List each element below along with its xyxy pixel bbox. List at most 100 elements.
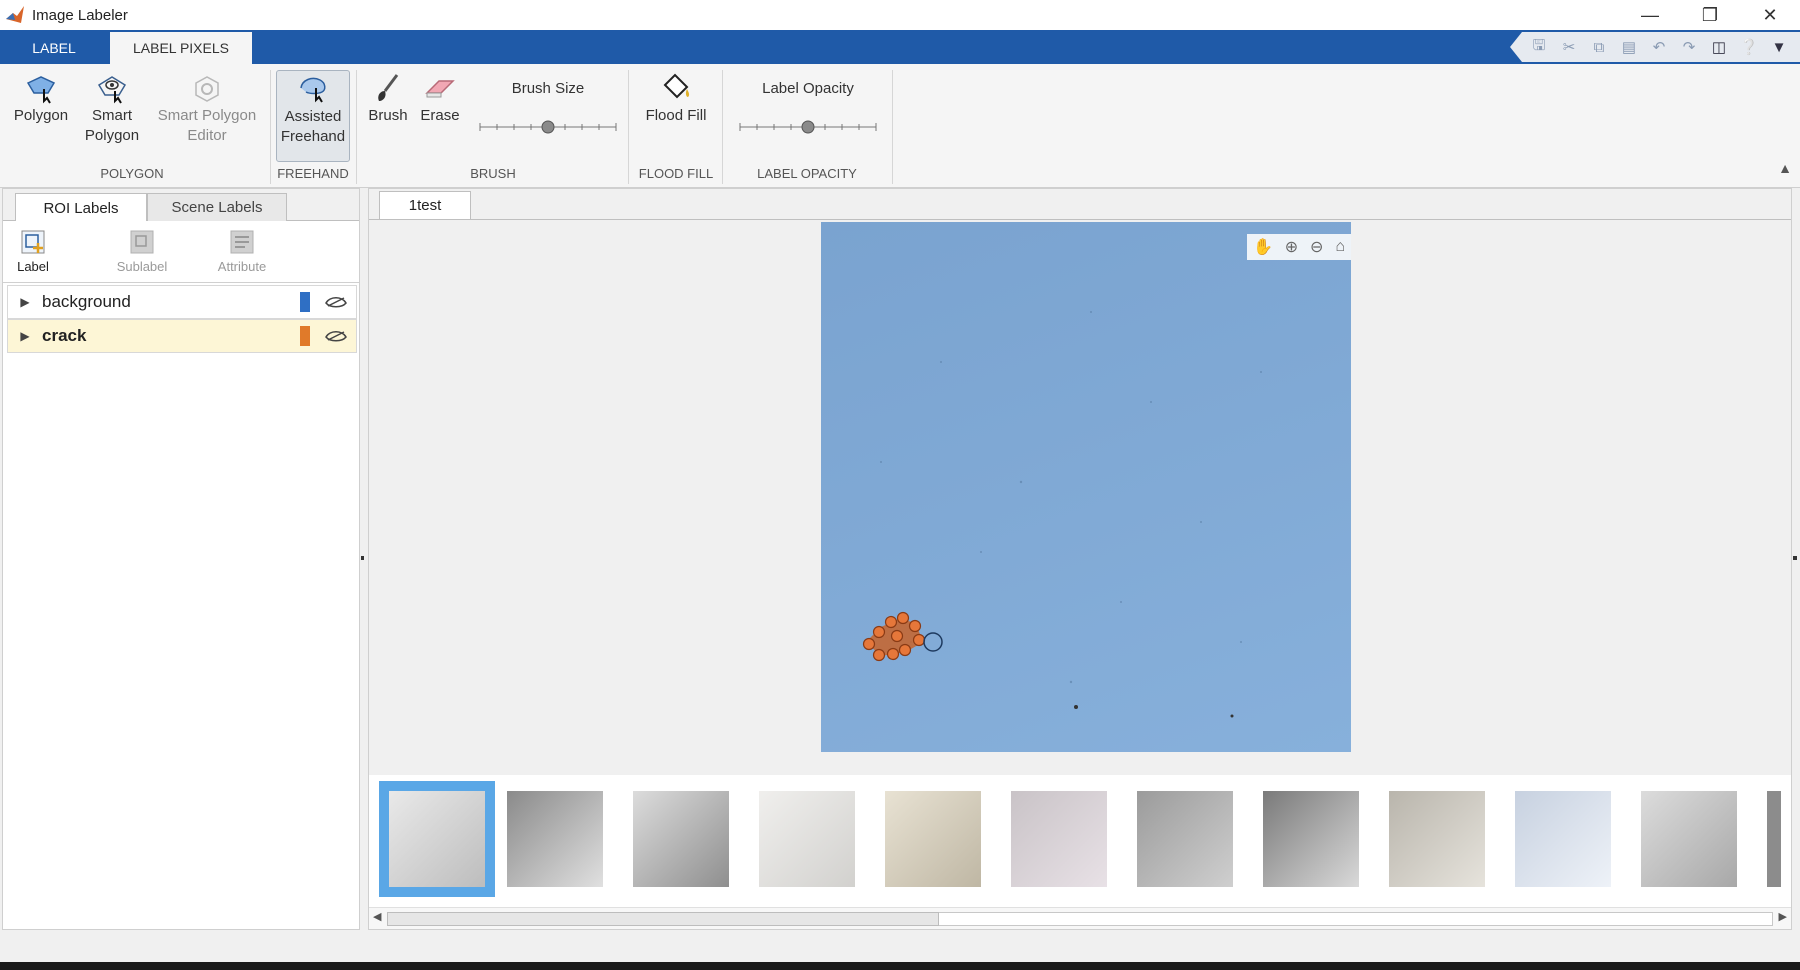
collapse-ribbon-icon[interactable]: ▲ <box>1778 160 1792 176</box>
flood-fill-label: Flood Fill <box>645 107 707 124</box>
thumbnail-3[interactable] <box>633 791 729 887</box>
thumbnail-1[interactable] <box>379 781 495 897</box>
window-icon[interactable]: ◫ <box>1704 38 1734 56</box>
cut-icon[interactable]: ✂ <box>1554 38 1584 56</box>
save-icon[interactable]: 🖫 <box>1524 35 1554 60</box>
image-filmstrip <box>369 775 1791 907</box>
scroll-left-icon[interactable]: ◀ <box>373 910 381 923</box>
polygon-button[interactable]: Polygon <box>4 70 78 126</box>
help-icon[interactable]: ❔ <box>1734 38 1764 56</box>
panel-resize-handle[interactable] <box>361 556 364 560</box>
paint-bucket-icon <box>663 73 690 99</box>
polygon-label: Polygon <box>13 107 69 124</box>
group-label-opacity: LABEL OPACITY <box>757 166 857 181</box>
document-tab[interactable]: 1test <box>379 191 471 219</box>
smart-polygon-editor-label-2: Editor <box>187 127 227 144</box>
assisted-freehand-label-2: Freehand <box>280 128 346 145</box>
window-controls: — ❐ ✕ <box>1620 0 1800 30</box>
thumbnail-5[interactable] <box>885 791 981 887</box>
pan-hand-icon[interactable]: ✋ <box>1253 237 1273 257</box>
brush-button[interactable]: Brush <box>362 70 414 126</box>
minimize-icon[interactable]: — <box>1620 0 1680 30</box>
add-sublabel-button[interactable]: Sublabel <box>103 225 181 274</box>
smart-polygon-editor-icon <box>195 76 219 102</box>
tab-label-pixels[interactable]: LABEL PIXELS <box>110 32 252 64</box>
thumbnail-8[interactable] <box>1263 791 1359 887</box>
ribbon-toolstrip: Polygon Smart Polygon Smart Polygon Edit… <box>0 64 1800 188</box>
add-label-button[interactable]: Label <box>9 225 57 274</box>
zoom-out-icon[interactable]: ⊖ <box>1310 237 1323 257</box>
attribute-text: Attribute <box>217 259 267 274</box>
thumbnail-11[interactable] <box>1641 791 1737 887</box>
close-icon[interactable]: ✕ <box>1740 0 1800 30</box>
sublabel-icon <box>130 230 154 254</box>
home-icon[interactable]: ⌂ <box>1335 238 1345 256</box>
label-row-background[interactable]: ▶ background <box>7 285 357 319</box>
scroll-right-icon[interactable]: ▶ <box>1779 910 1787 923</box>
scroll-thumb[interactable] <box>387 912 939 926</box>
label-name: crack <box>42 326 87 345</box>
tab-roi-labels[interactable]: ROI Labels <box>15 193 147 222</box>
tab-label[interactable]: LABEL <box>0 32 108 64</box>
image-viewer: ✋ ⊕ ⊖ ⌂ <box>369 219 1791 773</box>
eraser-icon <box>425 80 455 98</box>
group-flood-fill: FLOOD FILL <box>638 166 714 181</box>
thumbnail-2[interactable] <box>507 791 603 887</box>
flood-fill-button[interactable]: Flood Fill <box>636 70 716 126</box>
group-brush: BRUSH <box>470 166 516 181</box>
visibility-eye-icon[interactable] <box>324 328 348 344</box>
thumbnail-7[interactable] <box>1137 791 1233 887</box>
right-resize-handle[interactable] <box>1793 556 1797 560</box>
thumbnail-4[interactable] <box>759 791 855 887</box>
restore-icon[interactable]: ❐ <box>1680 0 1740 30</box>
assisted-freehand-button[interactable]: Assisted Freehand <box>276 70 350 162</box>
filmstrip-scrollbar[interactable]: ◀ ▶ <box>369 907 1791 929</box>
add-label-icon <box>21 230 45 254</box>
crack-image[interactable]: ✋ ⊕ ⊖ ⌂ <box>821 222 1351 752</box>
redo-icon[interactable]: ↷ <box>1674 38 1704 56</box>
label-opacity-label: Label Opacity <box>762 80 854 97</box>
matlab-logo-icon <box>6 6 24 23</box>
expand-arrow-icon[interactable]: ▶ <box>8 295 42 309</box>
label-color-swatch[interactable] <box>300 292 310 312</box>
taskbar-strip <box>0 962 1800 970</box>
thumbnail-9[interactable] <box>1389 791 1485 887</box>
thumbnail-10[interactable] <box>1515 791 1611 887</box>
erase-button[interactable]: Erase <box>414 70 466 126</box>
crack-annotation[interactable] <box>862 611 943 662</box>
smart-polygon-icon <box>97 76 127 104</box>
copy-icon[interactable]: ⧉ <box>1584 39 1614 56</box>
erase-label: Erase <box>420 107 460 124</box>
smart-polygon-editor-button[interactable]: Smart Polygon Editor <box>150 70 264 146</box>
label-tools: Label Sublabel Attribute <box>3 221 359 283</box>
undo-icon[interactable]: ↶ <box>1644 38 1674 56</box>
brush-icon <box>378 74 399 101</box>
smart-polygon-label-2: Polygon <box>84 127 140 144</box>
smart-polygon-editor-label-1: Smart Polygon <box>157 107 257 124</box>
label-color-swatch[interactable] <box>300 326 310 346</box>
brush-label: Brush <box>368 107 408 124</box>
zoom-in-icon[interactable]: ⊕ <box>1285 237 1298 257</box>
window-title: Image Labeler <box>32 6 128 24</box>
label-opacity-slider[interactable] <box>738 120 878 134</box>
add-label-text: Label <box>17 259 49 274</box>
smart-polygon-button[interactable]: Smart Polygon <box>76 70 148 146</box>
expand-arrow-icon[interactable]: ▶ <box>8 329 42 343</box>
label-name: background <box>42 292 131 311</box>
group-polygon: POLYGON <box>100 166 164 181</box>
label-row-crack[interactable]: ▶ crack <box>7 319 357 353</box>
visibility-eye-icon[interactable] <box>324 294 348 310</box>
paste-icon[interactable]: ▤ <box>1614 38 1644 56</box>
expand-icon[interactable]: ▼ <box>1764 39 1794 56</box>
thumbnail-partial[interactable] <box>1767 791 1781 887</box>
tab-scene-labels[interactable]: Scene Labels <box>147 193 287 221</box>
thumbnail-6[interactable] <box>1011 791 1107 887</box>
ribbon-tab-bar: LABEL LABEL PIXELS 🖫 ✂ ⧉ ▤ ↶ ↷ ◫ ❔ ▼ <box>0 30 1800 64</box>
add-attribute-button[interactable]: Attribute <box>203 225 281 274</box>
brush-size-label: Brush Size <box>511 80 585 97</box>
brush-size-slider[interactable] <box>478 120 618 134</box>
assisted-freehand-label-1: Assisted <box>284 108 342 125</box>
attribute-icon <box>230 230 254 254</box>
polygon-icon <box>26 76 56 104</box>
smart-polygon-label-1: Smart <box>91 107 132 124</box>
